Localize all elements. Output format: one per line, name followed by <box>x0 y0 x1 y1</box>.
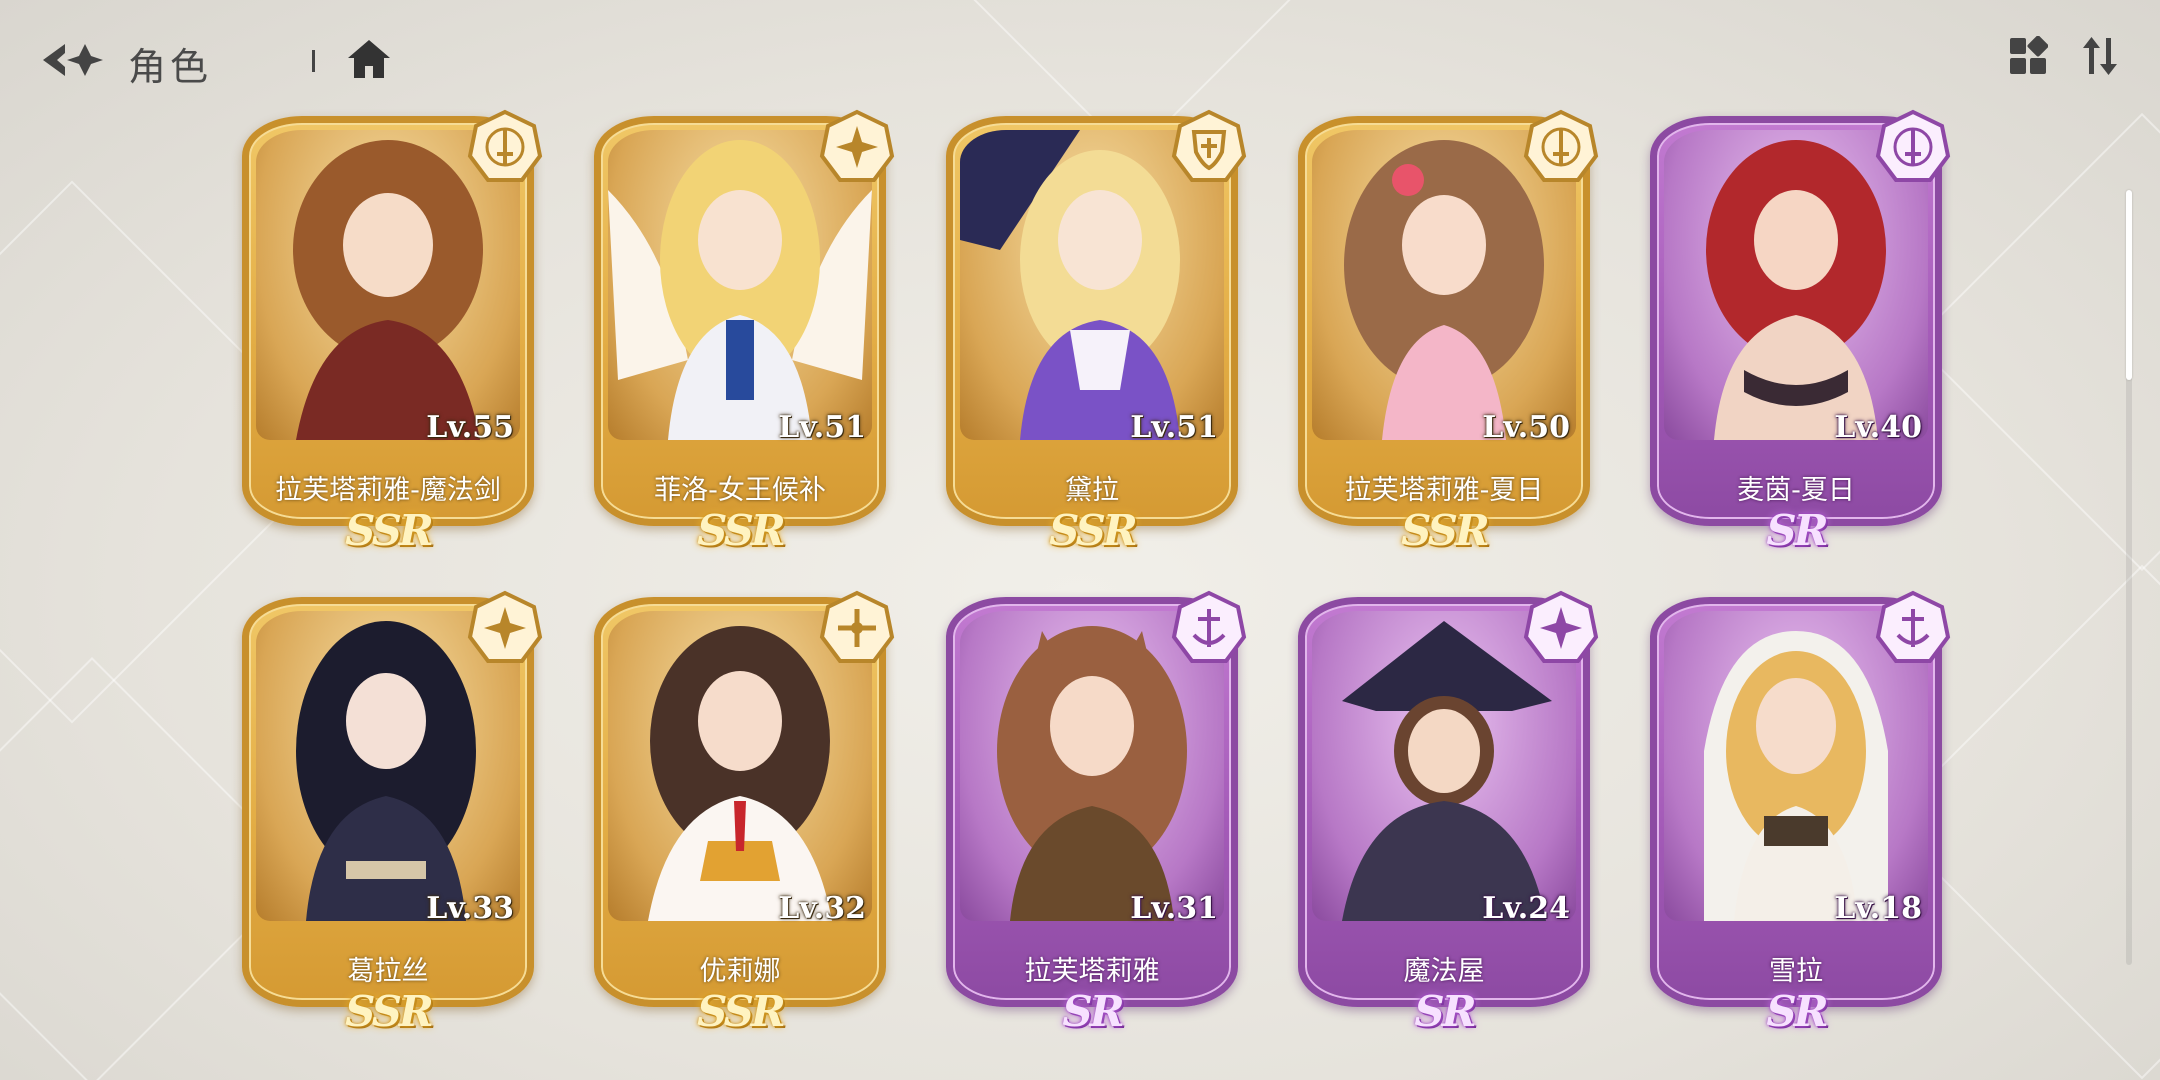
top-bar: 角色 <box>0 0 2160 118</box>
back-button[interactable] <box>40 38 106 82</box>
level-label: Lv.51 <box>778 410 866 445</box>
page-title: 角色 <box>128 45 213 89</box>
home-icon <box>348 40 390 78</box>
grid-layout-icon <box>2010 36 2048 74</box>
rarity-badge: SR <box>1062 987 1124 1036</box>
character-card[interactable]: Lv.32 优莉娜 SSR <box>590 590 895 1037</box>
level-label: Lv.31 <box>1130 891 1218 926</box>
character-card[interactable]: Lv.40 麦茵-夏日 SR <box>1646 109 1951 556</box>
star-class-icon <box>1522 589 1600 667</box>
rarity-badge: SSR <box>697 506 786 555</box>
character-name: 雪拉 <box>1769 956 1823 987</box>
level-label: Lv.51 <box>1130 410 1218 445</box>
character-name: 拉芙塔莉雅-夏日 <box>1344 475 1544 506</box>
scrollbar-thumb[interactable] <box>2126 190 2132 380</box>
character-name: 拉芙塔莉雅 <box>1024 956 1160 987</box>
rarity-badge: SSR <box>1049 506 1138 555</box>
character-card[interactable]: Lv.33 葛拉丝 SSR <box>238 590 543 1037</box>
back-arrow-icon <box>43 44 103 76</box>
character-card[interactable]: Lv.50 拉芙塔莉雅-夏日 SSR <box>1294 109 1599 556</box>
rarity-badge: SSR <box>345 987 434 1036</box>
level-label: Lv.18 <box>1834 891 1922 926</box>
character-card[interactable]: Lv.51 菲洛-女王候补 SSR <box>590 109 895 556</box>
sword-class-icon <box>1522 108 1600 186</box>
sort-button[interactable] <box>2076 32 2124 80</box>
level-label: Lv.40 <box>1834 410 1922 445</box>
level-label: Lv.55 <box>426 410 514 445</box>
character-grid: Lv.55 拉芙塔莉雅-魔法剑 SSR Lv.51 菲洛-女王候补 SSR Lv… <box>238 109 1978 1037</box>
character-name: 拉芙塔莉雅-魔法剑 <box>275 475 501 506</box>
character-name: 菲洛-女王候补 <box>654 475 826 506</box>
character-name: 麦茵-夏日 <box>1737 475 1855 506</box>
home-button[interactable] <box>344 34 394 84</box>
sword-class-icon <box>466 108 544 186</box>
rarity-badge: SR <box>1414 987 1476 1036</box>
character-card[interactable]: Lv.51 黛拉 SSR <box>942 109 1247 556</box>
star-class-icon <box>466 589 544 667</box>
character-card[interactable]: Lv.24 魔法屋 SR <box>1294 590 1599 1037</box>
grid-layout-button[interactable] <box>2004 32 2052 80</box>
rarity-badge: SSR <box>697 987 786 1036</box>
character-card[interactable]: Lv.31 拉芙塔莉雅 SR <box>942 590 1247 1037</box>
character-card[interactable]: Lv.18 雪拉 SR <box>1646 590 1951 1037</box>
level-label: Lv.33 <box>426 891 514 926</box>
character-card[interactable]: Lv.55 拉芙塔莉雅-魔法剑 SSR <box>238 109 543 556</box>
sort-icon <box>2083 37 2117 75</box>
rarity-badge: SSR <box>1401 506 1490 555</box>
character-name: 葛拉丝 <box>347 956 429 987</box>
character-name: 黛拉 <box>1065 475 1119 506</box>
scrollbar[interactable] <box>2126 190 2132 965</box>
cross-class-icon <box>818 589 896 667</box>
level-label: Lv.24 <box>1482 891 1570 926</box>
character-name: 魔法屋 <box>1403 956 1485 987</box>
character-name: 优莉娜 <box>699 956 781 987</box>
rarity-badge: SR <box>1766 987 1828 1036</box>
anchor-class-icon <box>1170 589 1248 667</box>
sword-class-icon <box>1874 108 1952 186</box>
header-divider <box>312 50 315 72</box>
shield-class-icon <box>1170 108 1248 186</box>
rarity-badge: SR <box>1766 506 1828 555</box>
star-class-icon <box>818 108 896 186</box>
anchor-class-icon <box>1874 589 1952 667</box>
level-label: Lv.32 <box>778 891 866 926</box>
rarity-badge: SSR <box>345 506 434 555</box>
level-label: Lv.50 <box>1482 410 1570 445</box>
